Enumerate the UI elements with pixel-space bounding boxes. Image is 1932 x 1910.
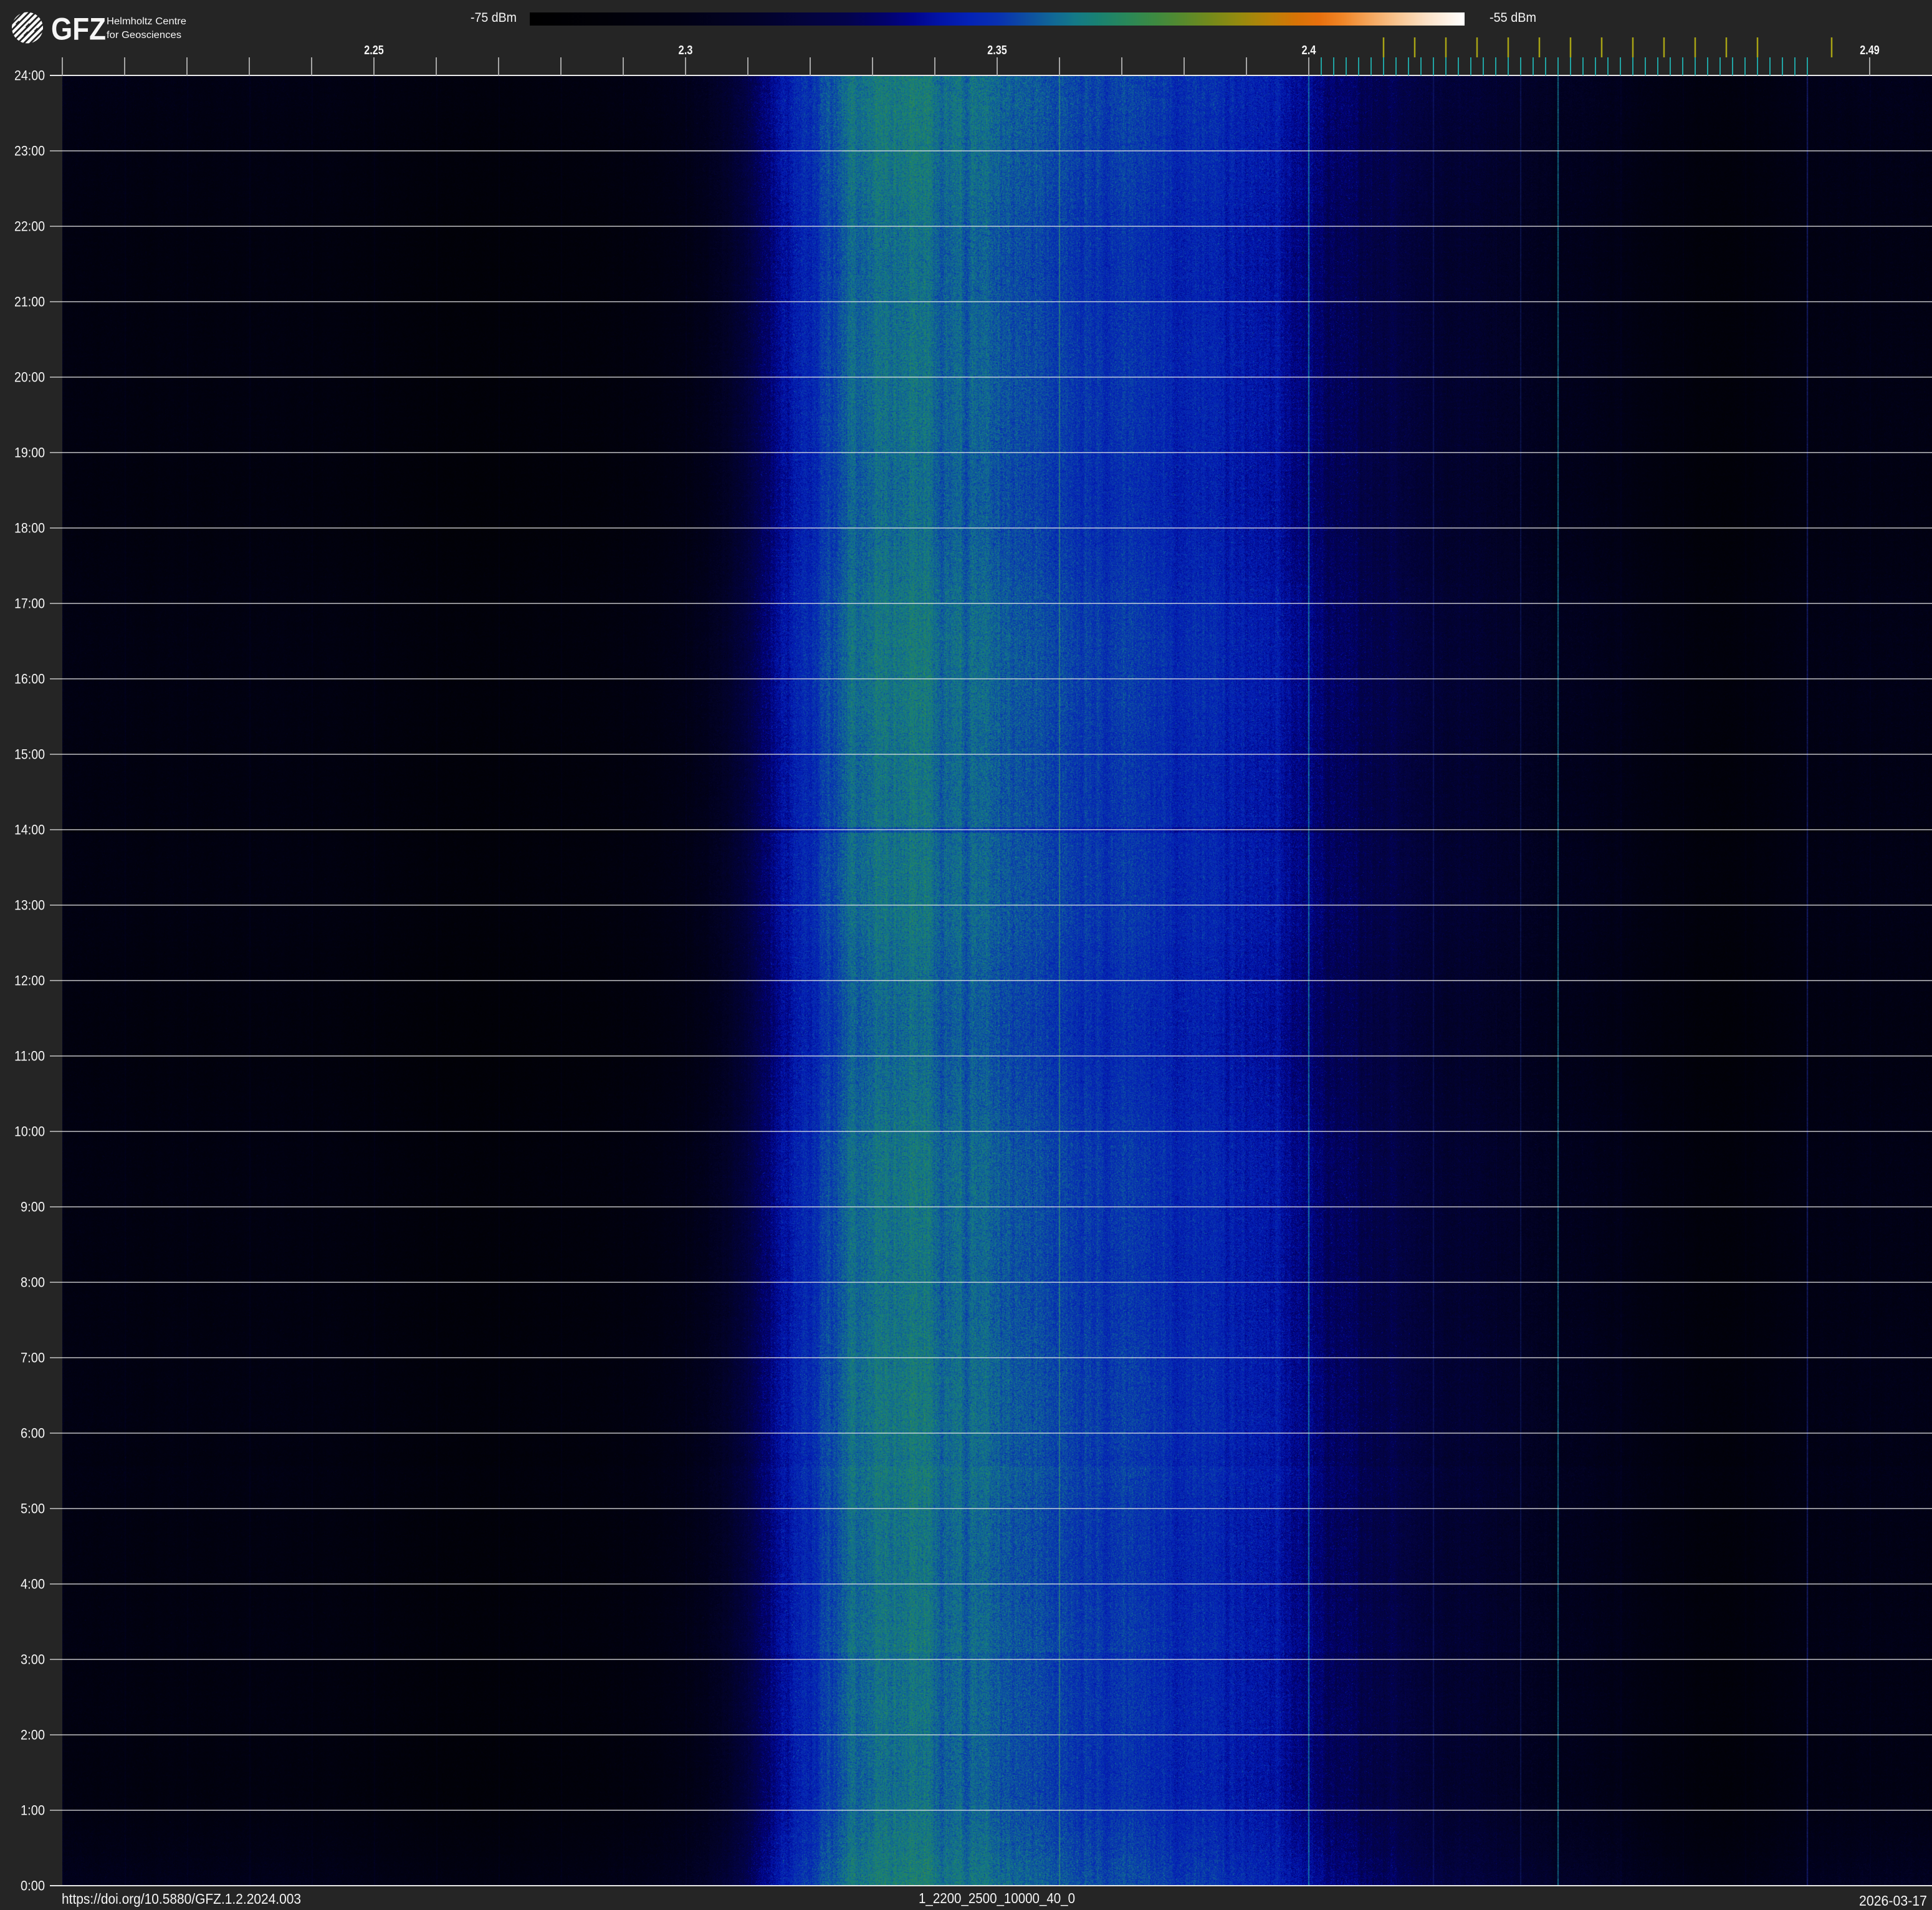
- svg-text:-75 dBm: -75 dBm: [471, 11, 517, 25]
- svg-text:17:00: 17:00: [14, 596, 45, 612]
- svg-text:24:00: 24:00: [14, 68, 45, 84]
- svg-text:3:00: 3:00: [21, 1652, 45, 1668]
- svg-text:Helmholtz Centre: Helmholtz Centre: [107, 16, 186, 27]
- svg-text:19:00: 19:00: [14, 445, 45, 461]
- svg-text:21:00: 21:00: [14, 294, 45, 310]
- svg-text:4:00: 4:00: [21, 1576, 45, 1592]
- svg-text:20:00: 20:00: [14, 370, 45, 385]
- svg-text:for Geosciences: for Geosciences: [107, 30, 181, 41]
- svg-text:2.3: 2.3: [679, 44, 693, 57]
- svg-text:GFZ: GFZ: [51, 12, 106, 47]
- svg-text:16:00: 16:00: [14, 671, 45, 687]
- svg-text:22:00: 22:00: [14, 219, 45, 234]
- svg-text:7:00: 7:00: [21, 1350, 45, 1366]
- svg-text:2.4: 2.4: [1302, 44, 1317, 57]
- svg-text:15:00: 15:00: [14, 747, 45, 762]
- svg-text:10:00: 10:00: [14, 1124, 45, 1140]
- svg-text:2.49: 2.49: [1860, 44, 1880, 57]
- svg-text:12:00: 12:00: [14, 973, 45, 989]
- svg-text:2026-03-17: 2026-03-17: [1859, 1893, 1927, 1909]
- svg-text:0:00: 0:00: [21, 1878, 45, 1894]
- svg-text:6:00: 6:00: [21, 1426, 45, 1441]
- svg-text:https://doi.org/10.5880/GFZ.1.: https://doi.org/10.5880/GFZ.1.2.2024.003: [62, 1891, 301, 1907]
- svg-text:1_2200_2500_10000_40_0: 1_2200_2500_10000_40_0: [919, 1890, 1075, 1906]
- svg-text:18:00: 18:00: [14, 521, 45, 536]
- svg-text:11:00: 11:00: [14, 1049, 45, 1064]
- svg-text:13:00: 13:00: [14, 898, 45, 913]
- svg-text:-55 dBm: -55 dBm: [1490, 11, 1536, 25]
- svg-text:5:00: 5:00: [21, 1501, 45, 1517]
- svg-text:2.25: 2.25: [364, 44, 384, 57]
- svg-text:14:00: 14:00: [14, 822, 45, 838]
- svg-text:1:00: 1:00: [21, 1803, 45, 1818]
- svg-text:2.35: 2.35: [987, 44, 1007, 57]
- svg-text:2:00: 2:00: [21, 1727, 45, 1743]
- svg-text:8:00: 8:00: [21, 1275, 45, 1290]
- svg-text:23:00: 23:00: [14, 143, 45, 159]
- svg-text:9:00: 9:00: [21, 1199, 45, 1215]
